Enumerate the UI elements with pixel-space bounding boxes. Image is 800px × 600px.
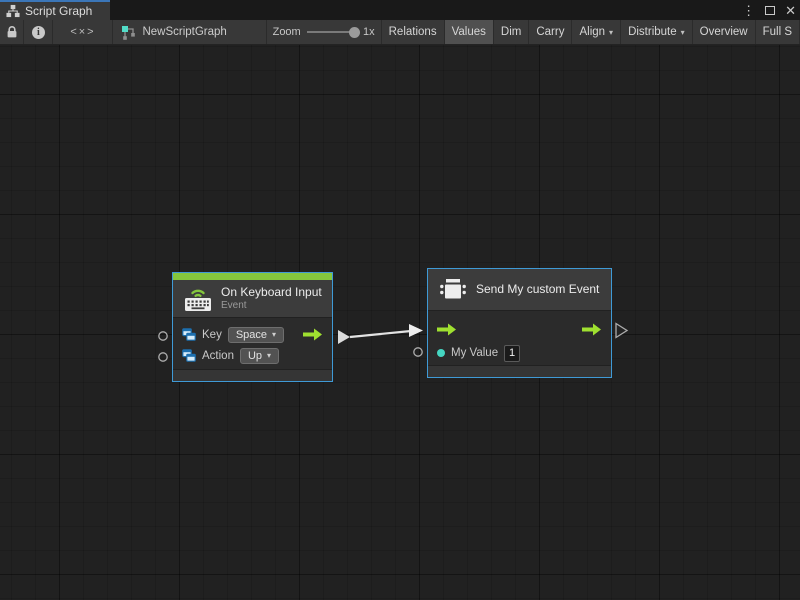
node-footer	[428, 365, 611, 377]
info-icon: i	[32, 26, 45, 39]
chevron-down-icon: ▾	[267, 351, 271, 360]
node-footer	[173, 369, 332, 381]
wire-arrowhead	[409, 324, 423, 337]
lock-icon	[6, 25, 18, 39]
toolbar-button-values[interactable]: Values	[445, 20, 494, 44]
toolbar-button-fullscreen[interactable]: Full S	[756, 20, 800, 44]
node-title: On Keyboard Input	[221, 285, 322, 299]
flow-arrow-icon	[437, 323, 457, 336]
connection-wire	[350, 331, 411, 337]
lock-button[interactable]	[0, 20, 24, 44]
chevron-down-icon: ▾	[681, 28, 685, 37]
toolbar-button-overview[interactable]: Overview	[693, 20, 756, 44]
input-port-action	[159, 353, 167, 361]
connections-overlay	[0, 45, 800, 600]
toolbar-button-carry[interactable]: Carry	[529, 20, 572, 44]
my-value-input[interactable]: 1	[504, 345, 520, 362]
custom-event-icon	[438, 276, 468, 304]
window-titlebar: Script Graph ⋮ ✕	[0, 0, 800, 20]
node-header[interactable]: Send My custom Event	[428, 269, 611, 311]
graph-asset-breadcrumb[interactable]: NewScriptGraph	[113, 20, 266, 44]
port-row-action: Action Up ▾	[173, 345, 332, 366]
node-title: Send My custom Event	[476, 282, 599, 296]
zoom-slider-thumb[interactable]	[349, 27, 360, 38]
code-view-button[interactable]: <×>	[53, 20, 113, 44]
port-row-key: Key Space ▾	[173, 324, 332, 345]
maximize-icon[interactable]	[765, 6, 775, 15]
keyboard-icon	[183, 286, 213, 312]
port-row-my-value: My Value 1	[428, 341, 611, 365]
zoom-value: 1x	[363, 26, 375, 38]
tab-script-graph[interactable]: Script Graph	[0, 0, 110, 20]
key-dropdown[interactable]: Space ▾	[228, 327, 284, 343]
value-port-icon	[437, 349, 445, 357]
code-icon: <×>	[70, 26, 95, 38]
chevron-down-icon: ▾	[609, 28, 613, 37]
flow-arrow-icon	[582, 323, 602, 336]
port-label: My Value	[451, 347, 498, 359]
node-body: My Value 1	[428, 311, 611, 365]
literal-icon	[182, 349, 196, 363]
input-port-key	[159, 332, 167, 340]
flow-output-port-open	[616, 324, 627, 338]
info-button[interactable]: i	[24, 20, 53, 44]
graph-asset-name: NewScriptGraph	[142, 26, 226, 38]
toolbar-button-relations[interactable]: Relations	[382, 20, 445, 44]
node-send-my-custom-event[interactable]: Send My custom Event My Value 1	[427, 268, 612, 378]
zoom-label: Zoom	[273, 26, 301, 38]
port-label: Action	[202, 350, 234, 362]
tab-title: Script Graph	[25, 4, 92, 18]
toolbar-button-align[interactable]: Align ▾	[572, 20, 621, 44]
flow-output-port-connected	[338, 330, 350, 344]
graph-toolbar: i <×> NewScriptGraph Zoom 1x Relations V…	[0, 20, 800, 45]
graph-hierarchy-icon	[6, 4, 20, 18]
literal-icon	[182, 328, 196, 342]
node-body: Key Space ▾ Action Up	[173, 318, 332, 369]
chevron-down-icon: ▾	[272, 330, 276, 339]
window-menu-icon[interactable]: ⋮	[742, 4, 755, 17]
node-on-keyboard-input[interactable]: On Keyboard Input Event Key Space ▾	[172, 272, 333, 382]
toolbar-button-dim[interactable]: Dim	[494, 20, 529, 44]
flow-row	[428, 317, 611, 341]
graph-canvas[interactable]: On Keyboard Input Event Key Space ▾	[0, 45, 800, 600]
close-icon[interactable]: ✕	[785, 4, 796, 17]
event-accent-bar	[173, 273, 332, 280]
action-dropdown[interactable]: Up ▾	[240, 348, 279, 364]
toolbar-button-distribute[interactable]: Distribute ▾	[621, 20, 693, 44]
node-header[interactable]: On Keyboard Input Event	[173, 280, 332, 318]
zoom-slider[interactable]	[307, 31, 357, 33]
script-graph-asset-icon	[121, 25, 136, 40]
node-subtitle: Event	[221, 300, 322, 312]
port-label: Key	[202, 329, 222, 341]
zoom-control: Zoom 1x	[267, 20, 382, 44]
flow-arrow-icon	[303, 328, 323, 341]
input-port-my-value	[414, 348, 422, 356]
